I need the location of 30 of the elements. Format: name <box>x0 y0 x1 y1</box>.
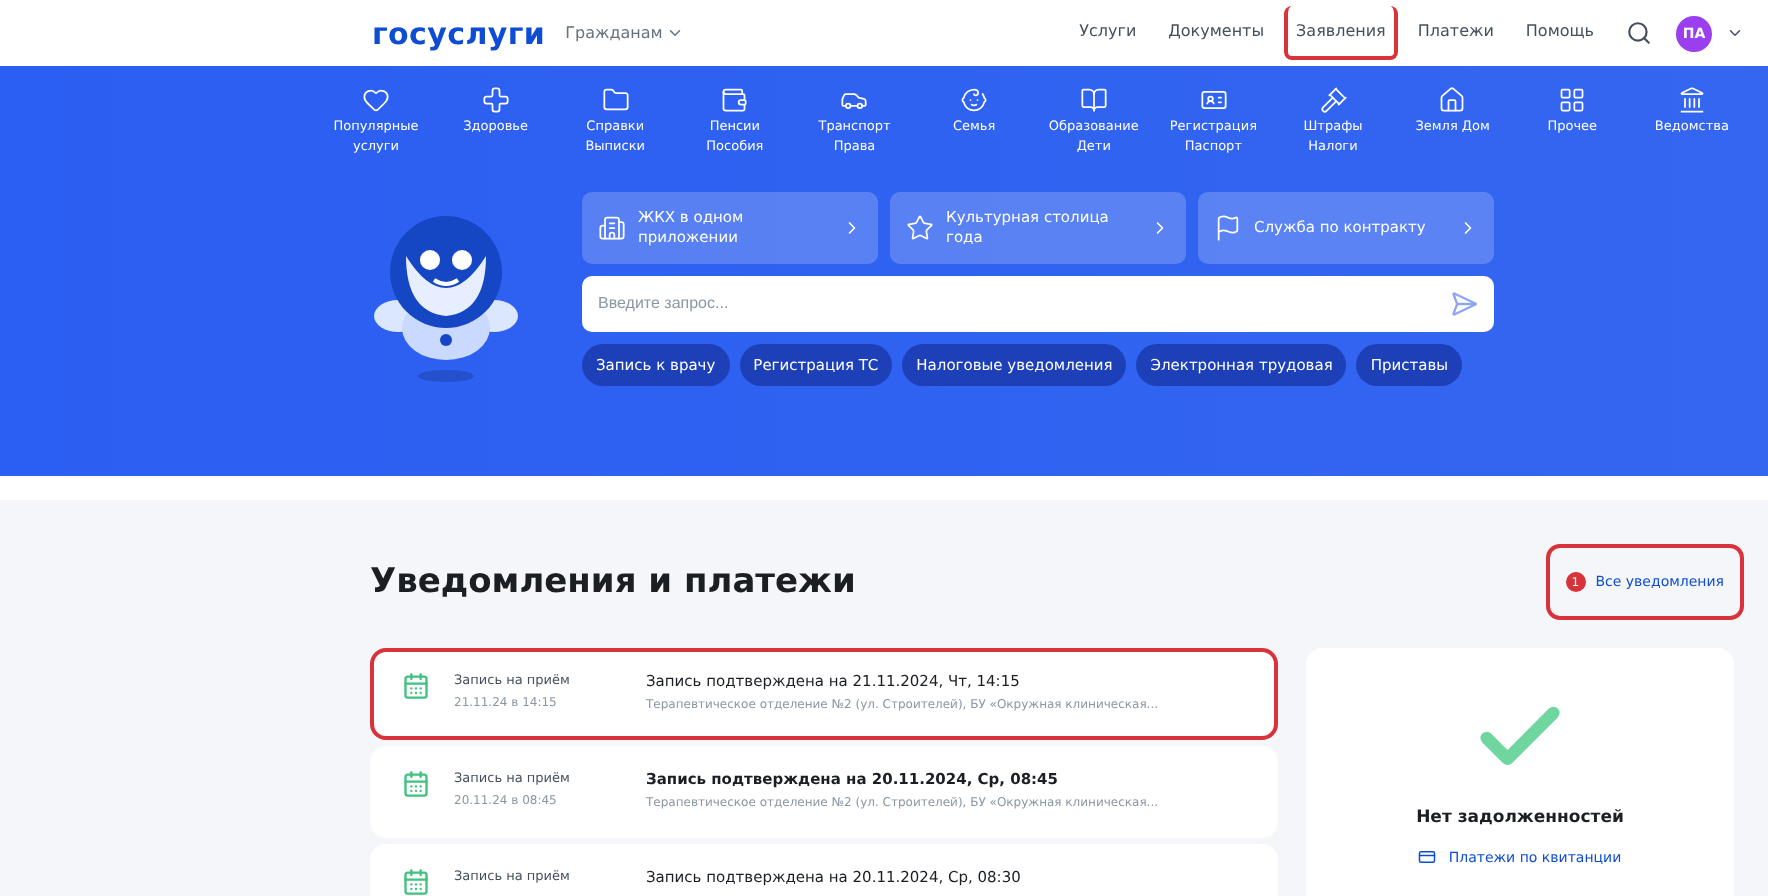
gosuslugi-logo[interactable]: госуслуги <box>372 15 546 51</box>
building-icon <box>598 213 626 242</box>
star-icon <box>906 213 934 242</box>
calendar-icon <box>402 672 430 700</box>
nav-link[interactable]: Документы <box>1156 6 1277 60</box>
id-card-icon <box>1199 86 1228 114</box>
calendar-icon <box>402 770 430 798</box>
building-icon <box>1677 86 1706 114</box>
wallet-icon <box>720 86 749 114</box>
grid-icon <box>1558 86 1587 114</box>
calendar-icon <box>402 868 430 896</box>
debt-status: Нет задолженностей <box>1416 808 1624 828</box>
house-icon <box>1438 86 1467 114</box>
section-title: Уведомления и платежи <box>370 562 856 602</box>
chevron-down-icon <box>666 24 685 42</box>
search-icon[interactable] <box>1626 20 1652 46</box>
folder-icon <box>601 86 630 114</box>
book-icon <box>1079 86 1108 114</box>
audience-dropdown[interactable]: Гражданам <box>565 24 685 42</box>
nav-link[interactable]: Платежи <box>1405 6 1506 60</box>
card-icon <box>1418 848 1437 866</box>
chevron-down-icon[interactable] <box>1726 24 1744 42</box>
nav-link[interactable]: Услуги <box>1067 6 1149 60</box>
search-field[interactable]: Введите запрос... <box>582 275 1494 332</box>
gavel-icon <box>1319 86 1347 114</box>
nav-link[interactable]: Помощь <box>1513 6 1606 60</box>
heart-icon <box>362 86 390 114</box>
flag-icon <box>1214 213 1242 242</box>
nav-link[interactable]: Заявления <box>1284 6 1398 60</box>
cross-icon <box>481 86 510 114</box>
